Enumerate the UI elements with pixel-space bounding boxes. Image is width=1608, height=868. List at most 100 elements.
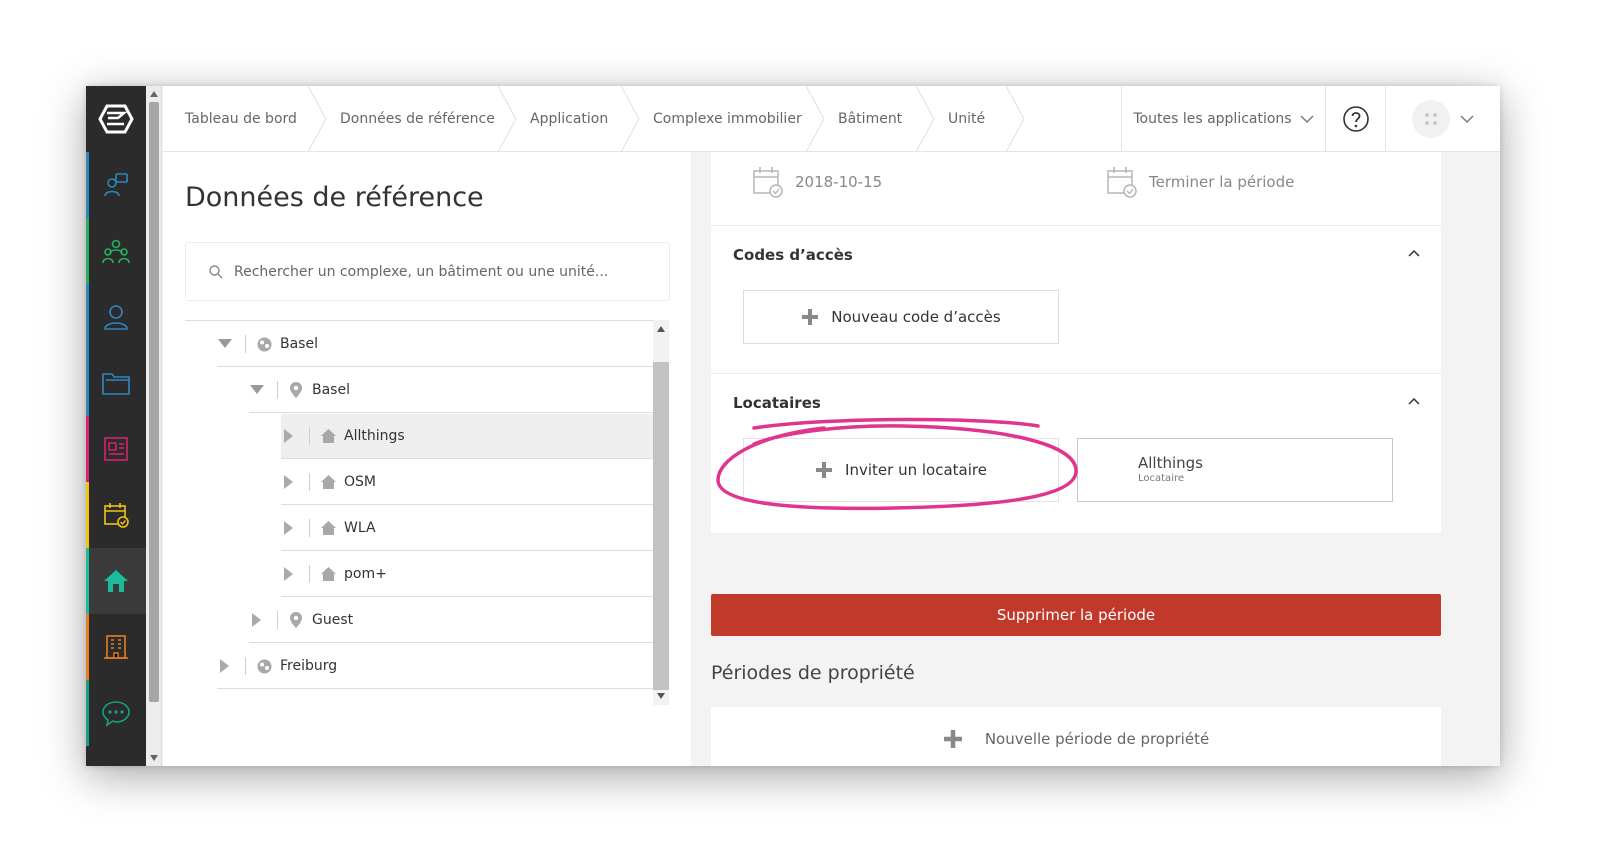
chevron-up-icon[interactable] [1407,248,1421,258]
tenant-card[interactable]: Allthings Locataire [1077,438,1393,502]
start-date[interactable]: 2018-10-15 [753,166,882,198]
end-period-label: Terminer la période [1149,173,1295,191]
calendar-check-icon [1107,167,1137,198]
nav-chat-users[interactable] [86,152,146,218]
profile-menu[interactable] [1385,86,1500,152]
tree-label: Freiburg [280,658,338,674]
search-box[interactable] [185,242,670,301]
folder-icon [102,373,130,395]
house-icon [320,429,336,443]
search-input[interactable] [234,263,654,280]
news-icon [104,437,128,461]
pin-icon [288,382,304,398]
community-icon [102,239,130,264]
tree-row-selected[interactable]: Allthings [281,414,653,459]
section-title: Codes d’accès [733,246,853,264]
breadcrumb: Tableau de bord Données de référence App… [163,86,1025,152]
new-ownership-period-button[interactable]: Nouvelle période de propriété [711,707,1441,766]
tree-row[interactable]: Basel [249,368,653,413]
tenant-name: Allthings [1138,454,1203,472]
new-access-code-button[interactable]: Nouveau code d’accès [743,290,1059,344]
button-label: Inviter un locataire [845,461,987,479]
nav-messages[interactable] [86,680,146,746]
tree-row[interactable]: Basel [217,322,653,367]
breadcrumb-reference-data[interactable]: Données de référence [318,86,517,152]
caret-right-icon[interactable] [281,475,297,489]
end-period[interactable]: Terminer la période [1107,166,1294,198]
tree-label: Basel [280,336,318,352]
scroll-down-arrow[interactable] [657,693,665,699]
invite-tenant-button[interactable]: Inviter un locataire [743,438,1059,502]
scroll-up-arrow[interactable] [150,91,158,97]
breadcrumb-label: Bâtiment [838,111,903,127]
nav-home[interactable] [86,548,146,614]
help-button[interactable] [1325,86,1385,152]
tree-row[interactable]: pom+ [281,552,653,597]
breadcrumb-label: Complexe immobilier [653,111,802,127]
app-logo[interactable] [86,86,146,152]
caret-right-icon[interactable] [281,429,297,443]
caret-down-icon[interactable] [249,385,265,395]
caret-right-icon[interactable] [281,521,297,535]
all-apps-dropdown[interactable]: Toutes les applications [1121,86,1325,152]
nav-calendar[interactable] [86,482,146,548]
breadcrumb-building[interactable]: Bâtiment [816,86,935,152]
nav-news[interactable] [86,416,146,482]
start-date-value: 2018-10-15 [795,173,883,191]
house-icon [320,567,336,581]
tree-row[interactable]: WLA [281,506,653,551]
breadcrumb-separator-icon [1006,86,1025,152]
apps-grid-icon [1425,113,1437,125]
scroll-up-arrow[interactable] [657,326,665,332]
tree-label: Allthings [344,428,405,444]
help-icon [1342,106,1369,132]
breadcrumb-unit[interactable]: Unité [926,86,1025,152]
breadcrumb-complex[interactable]: Complexe immobilier [631,86,825,152]
caret-right-icon[interactable] [249,613,265,627]
tree-row-clipped [185,320,653,321]
all-apps-label: Toutes les applications [1133,111,1292,127]
chevron-up-icon[interactable] [1407,396,1421,406]
breadcrumb-label: Unité [948,111,986,127]
breadcrumb-label: Application [530,111,609,127]
nav-scrollbar[interactable] [146,86,162,766]
access-codes-section: Codes d’accès Nouveau code d’accès [711,226,1441,374]
plus-icon [943,730,962,748]
breadcrumb-dashboard[interactable]: Tableau de bord [163,86,327,152]
tree-label: WLA [344,520,376,536]
tree-row[interactable]: Guest [249,598,653,643]
house-icon [320,521,336,535]
caret-right-icon[interactable] [217,659,233,673]
chevron-down-icon [1460,115,1474,123]
period-dates: 2018-10-15 Terminer la période [711,152,1441,226]
nav-community[interactable] [86,218,146,284]
pin-icon [288,612,304,628]
tree-row[interactable]: OSM [281,460,653,505]
logo-icon [98,104,134,134]
caret-down-icon[interactable] [217,339,233,349]
plus-icon [816,462,833,478]
nav-folder[interactable] [86,350,146,416]
tree-label: Guest [312,612,354,628]
scroll-thumb[interactable] [149,102,159,702]
delete-period-button[interactable]: Supprimer la période [711,594,1441,636]
chat-users-icon [104,173,128,197]
main-navigation [86,86,146,766]
calendar-check-icon [104,503,129,528]
avatar [1412,100,1450,138]
tree-view: Basel Basel Allthings OSM WLA pom+ Guest… [185,320,653,705]
tree-label: Basel [312,382,350,398]
caret-right-icon[interactable] [281,567,297,581]
nav-user[interactable] [86,284,146,350]
building-icon [104,635,128,659]
search-icon [209,264,223,278]
scroll-down-arrow[interactable] [150,755,158,761]
tenant-role: Locataire [1138,473,1185,484]
tree-scrollbar[interactable] [653,320,669,705]
scroll-thumb[interactable] [653,362,669,690]
message-icon [102,701,130,727]
breadcrumb-application[interactable]: Application [508,86,640,152]
app-window: Tableau de bord Données de référence App… [86,86,1500,766]
nav-building[interactable] [86,614,146,680]
tree-row[interactable]: Freiburg [217,644,653,689]
